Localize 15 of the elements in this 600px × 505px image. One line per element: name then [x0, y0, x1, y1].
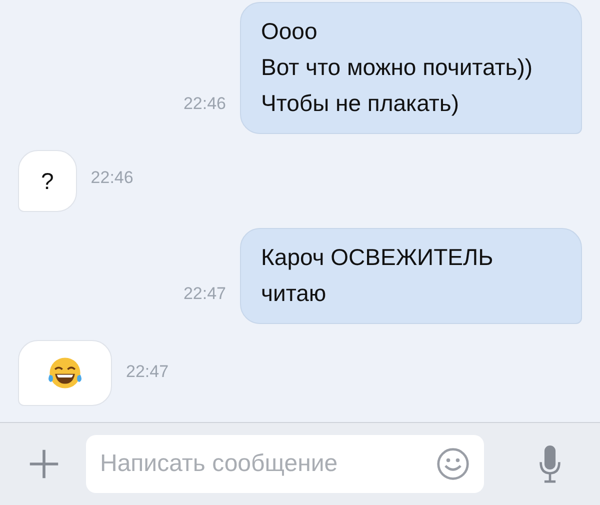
message-time: 22:46 [183, 94, 226, 114]
microphone-icon[interactable] [538, 443, 562, 485]
plus-icon[interactable] [28, 448, 60, 480]
message-text: ? [41, 167, 54, 196]
message-text: Вот что можно почитать)) [261, 53, 534, 82]
message-text: Кароч ОСВЕЖИТЕЛЬ [261, 243, 494, 272]
laughing-face-icon [47, 355, 83, 391]
message-time: 22:47 [183, 284, 226, 304]
message-text: Оооо [261, 17, 318, 46]
smiley-icon[interactable] [436, 447, 470, 481]
message-text: Чтобы не плакать) [261, 89, 460, 118]
message-time: 22:47 [126, 362, 169, 382]
message-time: 22:46 [90, 168, 134, 188]
message-input[interactable]: Написать сообщение [86, 435, 484, 493]
message-text: читаю [261, 279, 328, 308]
